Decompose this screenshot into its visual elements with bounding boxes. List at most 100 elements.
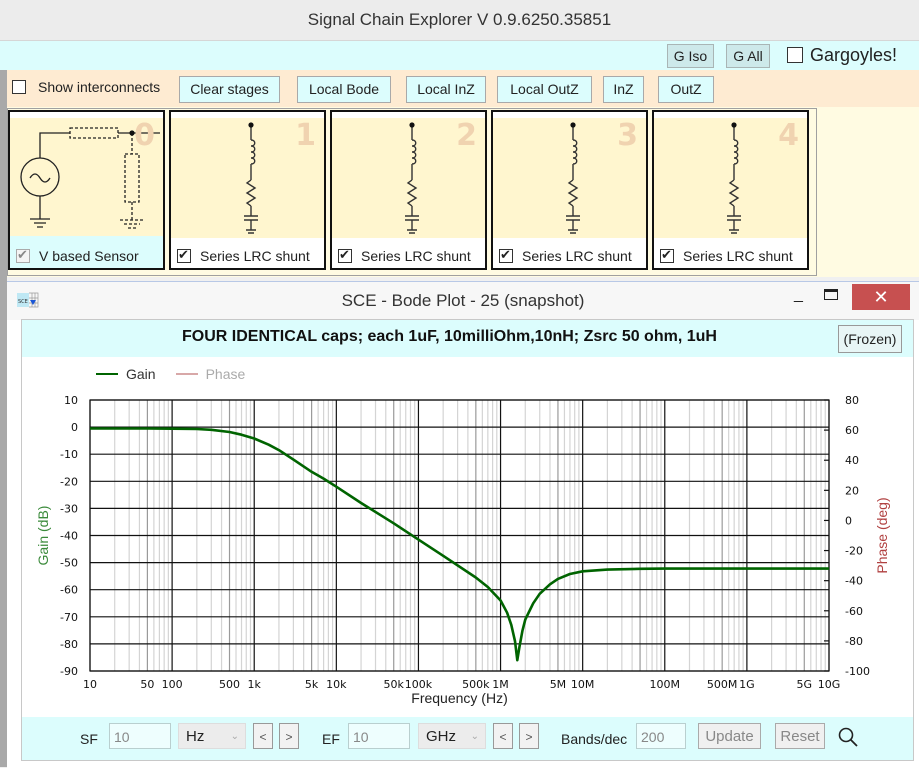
ef-unit-value: GHz bbox=[426, 728, 456, 745]
frequency-tick-label: 10G bbox=[818, 678, 841, 691]
y2-axis-label: Phase (deg) bbox=[874, 497, 890, 573]
frequency-tick-label: 10M bbox=[571, 678, 595, 691]
show-interconnects-label: Show interconnects bbox=[38, 79, 161, 95]
stage-1[interactable]: 1 Series LRC shunt bbox=[169, 110, 326, 270]
stage-1-checkbox[interactable]: Series LRC shunt bbox=[177, 247, 310, 264]
stage-4-checkbox[interactable]: Series LRC shunt bbox=[660, 247, 793, 264]
y-axis-label: Gain (dB) bbox=[35, 506, 51, 566]
clear-stages-button[interactable]: Clear stages bbox=[179, 76, 280, 103]
legend-phase[interactable]: Phase bbox=[175, 366, 245, 382]
gargoyles-label: Gargoyles! bbox=[810, 44, 898, 65]
stage-1-check[interactable] bbox=[177, 247, 191, 263]
phase-tick-label: -80 bbox=[845, 635, 863, 648]
inz-button[interactable]: InZ bbox=[603, 76, 644, 103]
frequency-tick-label: 500M bbox=[707, 678, 738, 691]
local-bode-button[interactable]: Local Bode bbox=[297, 76, 391, 103]
frequency-tick-label: 10 bbox=[83, 678, 97, 691]
sf-unit-select[interactable]: Hz ⌄ bbox=[178, 723, 246, 749]
sf-unit-value: Hz bbox=[186, 728, 205, 745]
ef-prev-button[interactable]: < bbox=[493, 723, 513, 749]
sf-prev-button[interactable]: < bbox=[253, 723, 273, 749]
bode-window-title-bar[interactable]: SCE - Bode Plot - 25 (snapshot) bbox=[7, 282, 919, 320]
app-title-bar: Signal Chain Explorer V 0.9.6250.35851 bbox=[0, 0, 919, 41]
sf-input[interactable]: 10 bbox=[109, 723, 171, 749]
gain-tick-label: 0 bbox=[71, 421, 78, 434]
frequency-tick-label: 100M bbox=[650, 678, 681, 691]
chart-legend: Gain Phase bbox=[96, 366, 265, 382]
frequency-tick-label: 100 bbox=[162, 678, 183, 691]
reset-button[interactable]: Reset bbox=[775, 723, 825, 749]
minimize-button[interactable]: _ bbox=[794, 286, 803, 304]
stage-2-label: Series LRC shunt bbox=[361, 248, 471, 264]
phase-tick-label: -20 bbox=[845, 545, 863, 558]
bands-per-decade-input[interactable]: 200 bbox=[636, 723, 686, 749]
stage-4-check[interactable] bbox=[660, 247, 674, 263]
gain-tick-label: -60 bbox=[60, 584, 78, 597]
frequency-tick-label: 1k bbox=[248, 678, 262, 691]
maximize-button[interactable] bbox=[824, 289, 838, 300]
sce-app-icon: SCE bbox=[17, 292, 39, 308]
frequency-tick-label: 50k bbox=[384, 678, 405, 691]
legend-gain-swatch bbox=[96, 373, 118, 375]
stage-2-checkbox[interactable]: Series LRC shunt bbox=[338, 247, 471, 264]
frequency-tick-label: 50 bbox=[140, 678, 154, 691]
bode-window-title: SCE - Bode Plot - 25 (snapshot) bbox=[341, 291, 585, 310]
gain-tick-label: 10 bbox=[64, 394, 78, 407]
stage-0-check[interactable] bbox=[16, 247, 30, 263]
frequency-tick-label: 10k bbox=[326, 678, 347, 691]
stage-3[interactable]: 3 Series LRC shunt bbox=[491, 110, 648, 270]
close-button[interactable]: ✕ bbox=[852, 284, 910, 310]
ef-unit-select[interactable]: GHz ⌄ bbox=[418, 723, 486, 749]
frequency-controls: SF 10 Hz ⌄ < > EF 10 GHz ⌄ < > Bands/dec… bbox=[22, 717, 913, 760]
stage-0-index: 0 bbox=[134, 118, 155, 153]
legend-gain[interactable]: Gain bbox=[96, 366, 156, 382]
phase-tick-label: 60 bbox=[845, 424, 859, 437]
phase-tick-label: -60 bbox=[845, 605, 863, 618]
top-bar bbox=[0, 41, 919, 70]
gain-tick-label: -30 bbox=[60, 502, 78, 515]
show-interconnects-checkbox[interactable]: Show interconnects bbox=[12, 79, 160, 95]
sf-next-button[interactable]: > bbox=[279, 723, 299, 749]
ef-input[interactable]: 10 bbox=[348, 723, 410, 749]
stage-4[interactable]: 4 Series LRC shunt bbox=[652, 110, 809, 270]
bode-plot-window: SCE - Bode Plot - 25 (snapshot) SCE _ ✕ … bbox=[7, 281, 919, 768]
ef-next-button[interactable]: > bbox=[519, 723, 539, 749]
phase-tick-label: 80 bbox=[845, 394, 859, 407]
gain-tick-label: -90 bbox=[60, 665, 78, 678]
frequency-tick-label: 5k bbox=[305, 678, 319, 691]
stage-2-check[interactable] bbox=[338, 247, 352, 263]
gain-tick-label: -20 bbox=[60, 475, 78, 488]
frequency-tick-label: 1G bbox=[739, 678, 755, 691]
phase-tick-label: 0 bbox=[845, 514, 852, 527]
left-border-strip bbox=[0, 70, 7, 767]
stage-3-label: Series LRC shunt bbox=[522, 248, 632, 264]
gargoyles-checkbox[interactable]: Gargoyles! bbox=[787, 44, 897, 66]
stage-4-index: 4 bbox=[778, 118, 799, 153]
stage-4-label: Series LRC shunt bbox=[683, 248, 793, 264]
bands-per-decade-label: Bands/dec bbox=[561, 731, 628, 747]
local-inz-button[interactable]: Local InZ bbox=[406, 76, 486, 103]
svg-text:SCE: SCE bbox=[18, 299, 28, 305]
gain-tick-label: -40 bbox=[60, 530, 78, 543]
outz-button[interactable]: OutZ bbox=[658, 76, 714, 103]
local-outz-button[interactable]: Local OutZ bbox=[497, 76, 592, 103]
stage-2[interactable]: 2 Series LRC shunt bbox=[330, 110, 487, 270]
stage-toolbar: Show interconnects Clear stages Local Bo… bbox=[7, 70, 919, 107]
g-iso-button[interactable]: G Iso bbox=[667, 44, 714, 68]
stage-0[interactable]: 0 V based Sensor bbox=[8, 110, 165, 270]
stage-3-index: 3 bbox=[617, 118, 638, 153]
magnifier-icon[interactable] bbox=[837, 726, 859, 748]
g-all-button[interactable]: G All bbox=[726, 44, 770, 68]
ef-label: EF bbox=[322, 731, 340, 747]
stage-2-index: 2 bbox=[456, 118, 477, 153]
stage-1-label: Series LRC shunt bbox=[200, 248, 310, 264]
gain-tick-label: -80 bbox=[60, 638, 78, 651]
stage-0-checkbox[interactable]: V based Sensor bbox=[16, 247, 139, 264]
gargoyles-checkbox-box[interactable] bbox=[787, 47, 803, 63]
show-interconnects-box[interactable] bbox=[12, 80, 26, 94]
update-button[interactable]: Update bbox=[698, 723, 761, 749]
stage-3-checkbox[interactable]: Series LRC shunt bbox=[499, 247, 632, 264]
legend-gain-label: Gain bbox=[126, 366, 156, 382]
gain-tick-label: -70 bbox=[60, 611, 78, 624]
stage-3-check[interactable] bbox=[499, 247, 513, 263]
